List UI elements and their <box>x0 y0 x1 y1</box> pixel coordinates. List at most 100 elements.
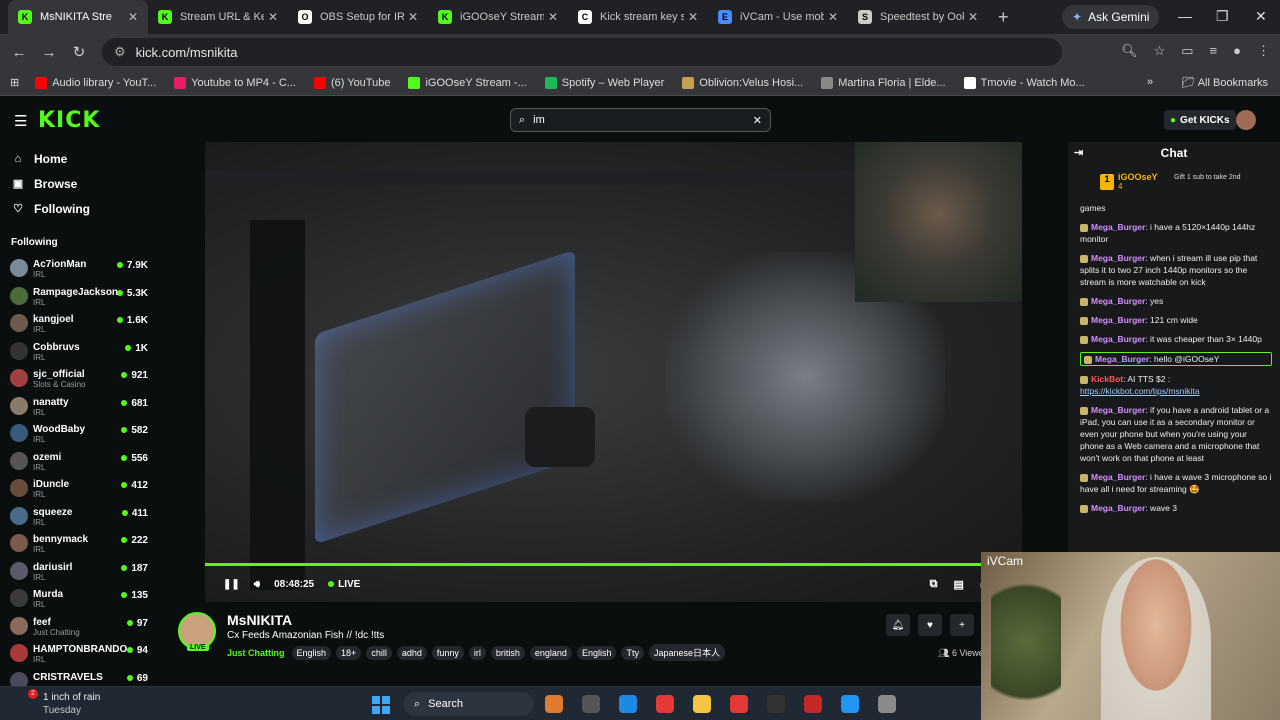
stream-tag[interactable]: English <box>291 645 332 660</box>
following-item[interactable]: Cobbruvs IRL 1K <box>0 337 160 365</box>
pinned-gift-banner[interactable]: 1 iGOOseY 4 Gift 1 sub to take 2nd <box>1074 172 1274 198</box>
browser-tab[interactable]: K MsNIKITA Stre ✕ <box>8 0 148 34</box>
chat-username[interactable]: Mega_Burger <box>1091 405 1145 415</box>
stream-tag[interactable]: English <box>576 645 617 660</box>
pause-icon[interactable]: ❚❚ <box>223 579 240 590</box>
maximize-icon[interactable]: ❐ <box>1216 8 1229 25</box>
gift-plus-icon[interactable]: + <box>950 614 974 636</box>
stream-tag[interactable]: british <box>490 645 525 660</box>
stream-tag[interactable]: 18+ <box>336 645 362 660</box>
chat-username[interactable]: Mega_Burger <box>1091 315 1145 325</box>
following-item[interactable]: nanatty IRL 681 <box>0 392 160 420</box>
windows-start-icon[interactable] <box>372 696 390 714</box>
taskbar-app-icon[interactable] <box>841 695 859 713</box>
chat-username[interactable]: KickBot <box>1091 374 1123 384</box>
close-tab-icon[interactable]: ✕ <box>408 10 418 24</box>
taskbar-app-icon[interactable] <box>878 695 896 713</box>
following-item[interactable]: Murda IRL 135 <box>0 584 160 612</box>
bookmarks-overflow-icon[interactable]: » <box>1147 76 1153 88</box>
search-input[interactable]: ⌕ im ✕ <box>510 108 771 132</box>
chat-username[interactable]: Mega_Burger <box>1095 354 1149 364</box>
chat-username[interactable]: Mega_Burger <box>1091 296 1145 306</box>
clear-search-icon[interactable]: ✕ <box>753 114 762 127</box>
taskbar-app-icon[interactable] <box>656 695 674 713</box>
taskbar-app-icon[interactable] <box>693 695 711 713</box>
channel-name[interactable]: MsNIKITA <box>227 612 292 628</box>
stream-tag[interactable]: funny <box>431 645 464 660</box>
taskbar-app-icon[interactable] <box>767 695 785 713</box>
taskbar-app-icon[interactable] <box>545 695 563 713</box>
following-item[interactable]: feef Just Chatting 97 <box>0 612 160 640</box>
nav-item-following[interactable]: ♡ Following <box>0 196 160 221</box>
clip-icon[interactable]: ▤ <box>953 578 963 591</box>
taskbar-app-icon[interactable] <box>619 695 637 713</box>
collapse-chat-icon[interactable]: ⇥ <box>1074 146 1083 159</box>
get-kicks-button[interactable]: ● Get KICKs <box>1164 110 1236 130</box>
browser-tab[interactable]: KiGOOseY Stream ✕ <box>428 0 568 34</box>
forward-icon[interactable]: → <box>34 44 64 61</box>
bookmark-item[interactable]: Oblivion:Velus Hosi... <box>682 76 803 89</box>
stream-tag[interactable]: Japanese日本人 <box>648 644 726 661</box>
browser-tab[interactable]: O OBS Setup for IRL ✕ <box>288 0 428 34</box>
bookmark-item[interactable]: Youtube to MP4 - C... <box>174 76 296 89</box>
apps-grid-icon[interactable]: ⊞ <box>10 76 19 89</box>
following-item[interactable]: RampageJackson IRL 5.3K <box>0 282 160 310</box>
following-item[interactable]: iDuncle IRL 412 <box>0 474 160 502</box>
close-window-icon[interactable]: ✕ <box>1255 8 1267 25</box>
profile-icon[interactable]: ● <box>1233 43 1241 59</box>
notification-bell-icon[interactable]: 🔔︎ <box>886 614 910 636</box>
taskbar-app-icon[interactable] <box>582 695 600 713</box>
bookmark-item[interactable]: Tmovie - Watch Mo... <box>963 76 1085 89</box>
following-item[interactable]: HAMPTONBRANDO IRL 94 <box>0 639 160 667</box>
close-tab-icon[interactable]: ✕ <box>828 10 838 24</box>
stream-tag[interactable]: Tty <box>621 645 644 660</box>
minimize-icon[interactable]: — <box>1178 8 1192 24</box>
weather-widget[interactable]: 2 1 inch of rain Tuesday <box>20 689 100 717</box>
kick-logo[interactable]: KICK <box>38 108 100 133</box>
nav-item-home[interactable]: ⌂ Home <box>0 146 160 171</box>
chat-username[interactable]: Mega_Burger <box>1091 253 1145 263</box>
following-item[interactable]: sjc_official Slots & Casino 921 <box>0 364 160 392</box>
bookmark-item[interactable]: (6) YouTube <box>313 76 390 89</box>
close-tab-icon[interactable]: ✕ <box>688 10 698 24</box>
bookmark-star-icon[interactable]: ☆ <box>1154 43 1166 59</box>
back-icon[interactable]: ← <box>4 44 34 61</box>
browser-tab[interactable]: EiVCam - Use mobi ✕ <box>708 0 848 34</box>
stream-tag[interactable]: chill <box>366 645 392 660</box>
bookmark-item[interactable]: Audio library - YouT... <box>35 76 156 89</box>
stream-tag[interactable]: adhd <box>396 645 427 660</box>
nav-item-browse[interactable]: ▣ Browse <box>0 171 160 196</box>
bookmark-item[interactable]: Martina Floria | Elde... <box>821 76 946 89</box>
browser-tab[interactable]: C Kick stream key se ✕ <box>568 0 708 34</box>
bookmark-item[interactable]: Spotify – Web Player <box>544 76 664 89</box>
reload-icon[interactable]: ↻ <box>64 43 94 61</box>
browser-tab[interactable]: K Stream URL & Key ✕ <box>148 0 288 34</box>
bookmark-item[interactable]: iGOOseY Stream -... <box>408 76 527 89</box>
url-input[interactable]: ⚙ kick.com/msnikita <box>102 38 1062 66</box>
ask-gemini-button[interactable]: ✦ Ask Gemini <box>1062 5 1160 29</box>
volume-icon[interactable]: 🔊︎ <box>254 579 260 590</box>
new-tab-icon[interactable]: + <box>998 7 1009 28</box>
live-progress-bar[interactable] <box>205 563 1022 566</box>
browser-tab[interactable]: S Speedtest by Ook ✕ <box>848 0 988 34</box>
cast-icon[interactable]: ▭ <box>1181 43 1193 59</box>
following-item[interactable]: ozemi IRL 556 <box>0 447 160 475</box>
hamburger-menu-icon[interactable]: ☰ <box>14 112 27 130</box>
follow-heart-icon[interactable]: ♥ <box>918 614 942 636</box>
taskbar-app-icon[interactable] <box>804 695 822 713</box>
close-tab-icon[interactable]: ✕ <box>268 10 278 24</box>
following-item[interactable]: Ac7ionMan IRL 7.9K <box>0 254 160 282</box>
following-item[interactable]: squeeze IRL 411 <box>0 502 160 530</box>
all-bookmarks-button[interactable]: 📁︎ All Bookmarks <box>1181 76 1268 89</box>
site-info-icon[interactable]: ⚙ <box>114 44 126 60</box>
chat-username[interactable]: Mega_Burger <box>1091 334 1145 344</box>
stream-tag[interactable]: irl <box>468 645 486 660</box>
chat-username[interactable]: Mega_Burger <box>1091 222 1145 232</box>
following-item[interactable]: dariusirl IRL 187 <box>0 557 160 585</box>
media-icon[interactable]: ≡ <box>1210 43 1218 59</box>
following-item[interactable]: kangjoel IRL 1.6K <box>0 309 160 337</box>
taskbar-search[interactable]: ⌕ Search <box>404 692 534 716</box>
following-item[interactable]: bennymack IRL 222 <box>0 529 160 557</box>
close-tab-icon[interactable]: ✕ <box>128 10 138 24</box>
taskbar-app-icon[interactable] <box>730 695 748 713</box>
